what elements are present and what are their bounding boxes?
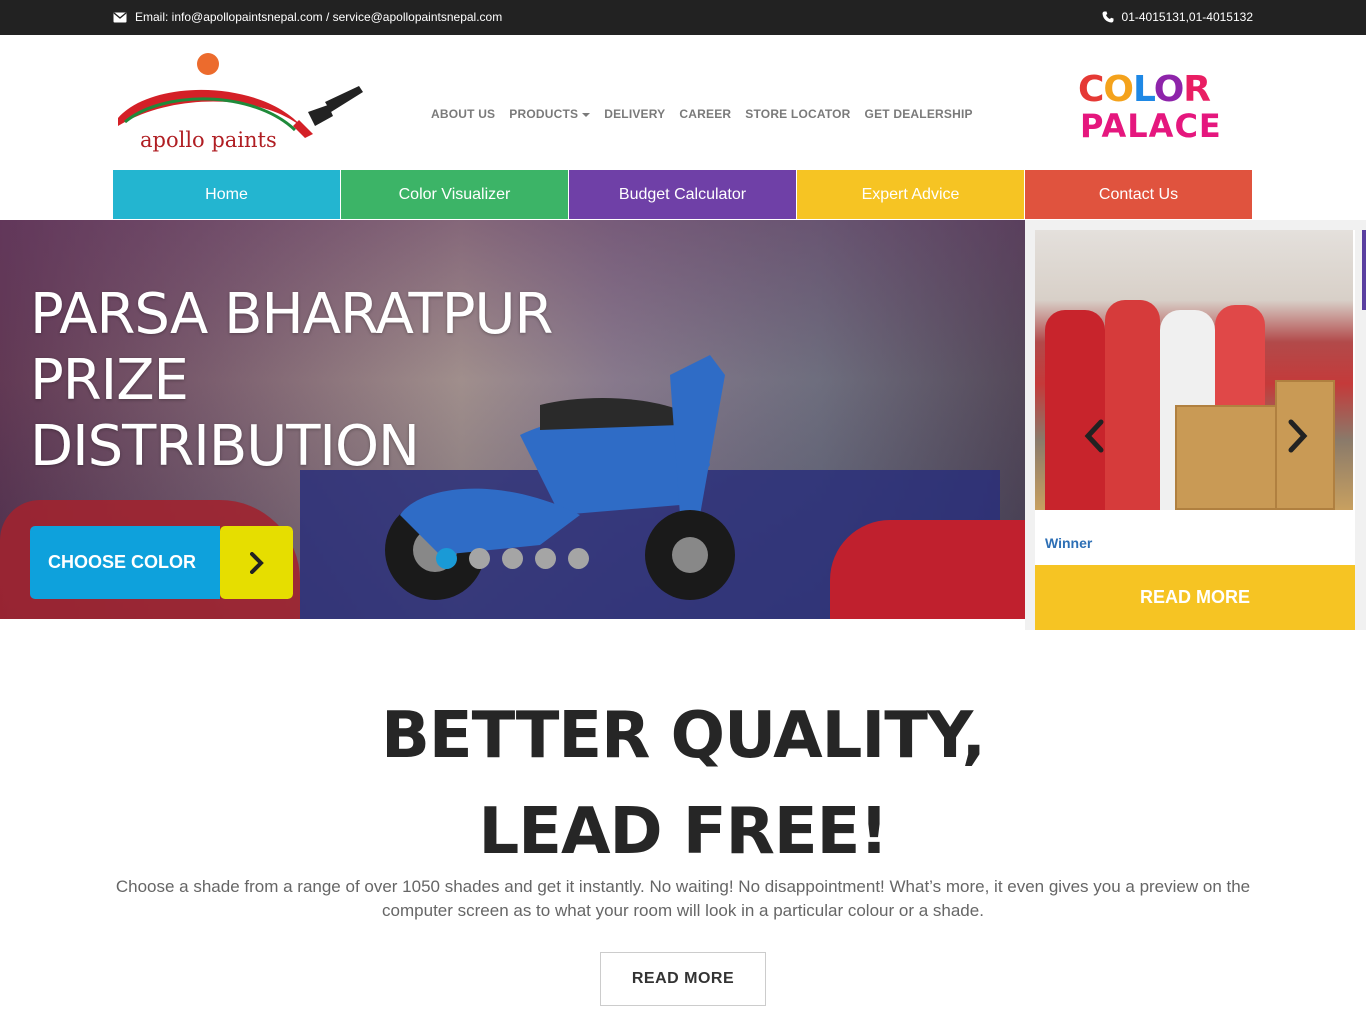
hero-slider[interactable]: PARSA BHARATPUR PRIZE DISTRIBUTION CHOOS… <box>0 220 1025 619</box>
news-photo-box <box>1175 405 1285 510</box>
main-description: Choose a shade from a range of over 1050… <box>115 877 1251 920</box>
news-photo-person <box>1045 310 1105 510</box>
top-bar: Email: info@apollopaintsnepal.com / serv… <box>0 0 1366 35</box>
news-caption[interactable]: Winner <box>1045 535 1092 551</box>
news-sidebar: Winner READ MORE <box>1025 220 1366 630</box>
chevron-right-icon[interactable] <box>1277 416 1317 456</box>
slider-pagination <box>436 548 589 569</box>
nav-about-us[interactable]: ABOUT US <box>431 107 495 121</box>
slide-photo-chair <box>830 520 1025 619</box>
tab-expert-advice[interactable]: Expert Advice <box>797 170 1025 219</box>
slide-title-line: DISTRIBUTION <box>30 414 420 479</box>
phone-icon <box>1102 11 1114 23</box>
slide-title-line: PRIZE <box>30 348 189 413</box>
news-card: Winner READ MORE <box>1035 230 1355 630</box>
news-read-more-button[interactable]: READ MORE <box>1035 565 1355 630</box>
tab-contact-us[interactable]: Contact Us <box>1025 170 1252 219</box>
palace-letter: O <box>1103 69 1134 110</box>
slide-title-line: PARSA BHARATPUR <box>30 282 553 347</box>
email-text[interactable]: Email: info@apollopaintsnepal.com / serv… <box>135 10 502 24</box>
nav-delivery[interactable]: DELIVERY <box>604 107 665 121</box>
color-palace-line2: PALACE <box>1080 107 1222 145</box>
tab-budget-calculator[interactable]: Budget Calculator <box>569 170 797 219</box>
nav-career[interactable]: CAREER <box>679 107 731 121</box>
slider-dot[interactable] <box>436 548 457 569</box>
palace-letter: L <box>1133 69 1155 110</box>
feature-tabs: Home Color Visualizer Budget Calculator … <box>113 170 1252 219</box>
choose-color-label: CHOOSE COLOR <box>30 526 220 599</box>
apollo-paints-logo[interactable]: apollo paints <box>113 50 365 160</box>
palace-letter: C <box>1078 69 1104 110</box>
palace-letter: O <box>1153 69 1185 110</box>
color-palace-line1: COLOR <box>1078 69 1211 110</box>
logo-text: apollo paints <box>140 128 277 152</box>
news-scrollbar[interactable] <box>1362 230 1366 310</box>
nav-get-dealership[interactable]: GET DEALERSHIP <box>865 107 973 121</box>
contact-phone: 01-4015131,01-4015132 <box>1102 10 1253 24</box>
slider-dot[interactable] <box>568 548 589 569</box>
news-image[interactable] <box>1035 230 1353 510</box>
palace-letter: R <box>1183 69 1211 110</box>
color-palace-logo[interactable]: COLOR PALACE <box>1068 68 1248 148</box>
slider-dot[interactable] <box>502 548 523 569</box>
main-read-more-button[interactable]: READ MORE <box>600 952 766 1006</box>
news-photo-person <box>1105 300 1160 510</box>
slider-dot[interactable] <box>535 548 556 569</box>
choose-color-button[interactable]: CHOOSE COLOR <box>30 526 293 599</box>
contact-email: Email: info@apollopaintsnepal.com / serv… <box>113 10 502 24</box>
caret-down-icon <box>582 112 591 117</box>
envelope-icon <box>113 11 127 23</box>
chevron-left-icon[interactable] <box>1075 416 1115 456</box>
headline-line-2: LEAD FREE! <box>478 795 888 869</box>
tab-home[interactable]: Home <box>113 170 341 219</box>
chevron-right-icon <box>220 526 293 599</box>
nav-store-locator[interactable]: STORE LOCATOR <box>745 107 850 121</box>
nav-products-label: PRODUCTS <box>509 107 579 121</box>
slide-title: PARSA BHARATPUR PRIZE DISTRIBUTION <box>30 282 553 480</box>
phone-text[interactable]: 01-4015131,01-4015132 <box>1122 10 1253 24</box>
nav-products[interactable]: PRODUCTS <box>509 107 591 121</box>
tab-color-visualizer[interactable]: Color Visualizer <box>341 170 569 219</box>
headline-line-1: BETTER QUALITY, <box>381 699 986 773</box>
main-headline: BETTER QUALITY, LEAD FREE! <box>0 688 1366 880</box>
main-nav: ABOUT US PRODUCTS DELIVERY CAREER STORE … <box>431 107 973 121</box>
slider-dot[interactable] <box>469 548 490 569</box>
